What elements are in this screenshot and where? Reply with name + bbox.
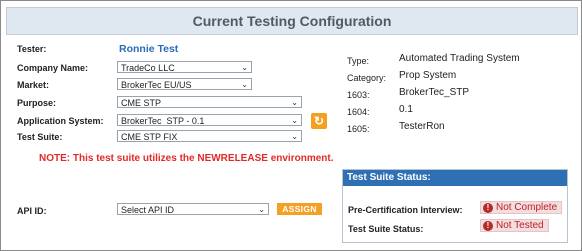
refresh-button[interactable]: ↻ xyxy=(311,113,327,129)
purpose-label: Purpose: xyxy=(17,98,57,108)
market-label: Market: xyxy=(17,80,50,90)
status-header: Test Suite Status: xyxy=(343,170,567,186)
exclamation-circle-icon: ! xyxy=(483,202,493,213)
test-suite-status-box: Test Suite Status: Pre-Certification Int… xyxy=(342,169,568,243)
api-id-label: API ID: xyxy=(17,206,47,216)
chevron-down-icon: ⌄ xyxy=(241,63,248,72)
suite-status-text: Not Tested xyxy=(496,220,544,231)
interview-status-text: Not Complete xyxy=(496,202,558,213)
suite-status-badge: ! Not Tested xyxy=(480,219,549,232)
application-system-select[interactable]: BrokerTec_STP - 0.1 ⌄ xyxy=(117,114,302,126)
config-panel: Current Testing Configuration Tester: Ro… xyxy=(0,0,582,251)
chevron-down-icon: ⌄ xyxy=(258,205,265,214)
assign-button[interactable]: ASSIGN xyxy=(277,203,322,215)
environment-note: NOTE: This test suite utilizes the NEWRE… xyxy=(39,153,334,164)
suite-status-label: Test Suite Status: xyxy=(348,224,424,234)
application-system-label: Application System: xyxy=(17,116,104,126)
company-select[interactable]: TradeCo LLC ⌄ xyxy=(117,61,252,73)
field-1604-label: 1604: xyxy=(347,107,370,117)
api-id-select-value: Select API ID xyxy=(121,205,175,215)
field-1603-value: BrokerTec_STP xyxy=(399,87,470,98)
field-1603-label: 1603: xyxy=(347,90,370,100)
tester-link[interactable]: Ronnie Test xyxy=(119,43,178,55)
test-suite-label: Test Suite: xyxy=(17,132,63,142)
chevron-down-icon: ⌄ xyxy=(291,98,298,107)
type-label: Type: xyxy=(347,56,370,66)
purpose-select[interactable]: CME STP ⌄ xyxy=(117,96,302,108)
field-1604-value: 0.1 xyxy=(399,104,413,115)
interview-status-badge: ! Not Complete xyxy=(480,201,563,214)
refresh-icon: ↻ xyxy=(313,114,325,128)
chevron-down-icon: ⌄ xyxy=(291,116,298,125)
type-value: Automated Trading System xyxy=(399,53,520,64)
purpose-select-value: CME STP xyxy=(121,98,162,108)
exclamation-circle-icon: ! xyxy=(483,220,493,231)
interview-label: Pre-Certification Interview: xyxy=(348,205,463,215)
tester-label: Tester: xyxy=(17,44,47,54)
category-value: Prop System xyxy=(399,70,457,81)
api-id-select[interactable]: Select API ID ⌄ xyxy=(117,203,269,215)
field-1605-label: 1605: xyxy=(347,124,370,134)
market-select-value: BrokerTec EU/US xyxy=(121,80,192,90)
chevron-down-icon: ⌄ xyxy=(241,80,248,89)
test-suite-select[interactable]: CME STP FIX ⌄ xyxy=(117,130,302,142)
field-1605-value: TesterRon xyxy=(399,121,445,132)
company-select-value: TradeCo LLC xyxy=(121,63,175,73)
category-label: Category: xyxy=(347,73,387,83)
application-system-select-value: BrokerTec_STP - 0.1 xyxy=(121,116,205,126)
company-label: Company Name: xyxy=(17,63,89,73)
chevron-down-icon: ⌄ xyxy=(291,132,298,141)
test-suite-select-value: CME STP FIX xyxy=(121,132,178,142)
title-bar: Current Testing Configuration xyxy=(6,7,578,35)
page-title: Current Testing Configuration xyxy=(192,13,392,29)
market-select[interactable]: BrokerTec EU/US ⌄ xyxy=(117,78,252,90)
